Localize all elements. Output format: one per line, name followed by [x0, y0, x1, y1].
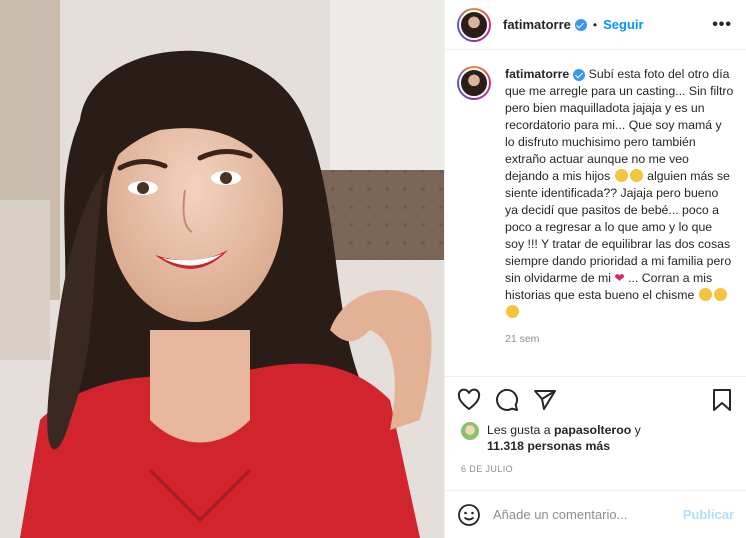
- caption-body-1: Subí esta foto del otro día que me arreg…: [505, 67, 734, 183]
- likes-summary: Les gusta a papasolteroo y 11.318 person…: [445, 422, 746, 454]
- caption-row: fatimatorre Subí esta foto del otro día …: [457, 66, 734, 321]
- smiley-icon[interactable]: [457, 503, 481, 527]
- likes-connector: y: [634, 423, 641, 437]
- caption-timestamp[interactable]: 21 sem: [505, 333, 734, 345]
- post-sidebar: fatimatorre • Seguir ••• fatimatorre Sub…: [444, 0, 746, 538]
- caption-text: fatimatorre Subí esta foto del otro día …: [505, 66, 734, 321]
- winking-face-emoji-icon: [713, 288, 727, 301]
- header-username[interactable]: fatimatorre: [503, 17, 571, 32]
- avatar[interactable]: [457, 7, 491, 42]
- liker-username[interactable]: papasolteroo: [554, 423, 631, 437]
- comment-form: Publicar: [445, 490, 746, 538]
- instagram-post: fatimatorre • Seguir ••• fatimatorre Sub…: [0, 0, 746, 538]
- verified-badge-icon: [574, 18, 587, 31]
- caption-username[interactable]: fatimatorre: [505, 67, 569, 81]
- caption-body-2: alguien más se siente identificada?? Jaj…: [505, 169, 732, 285]
- winking-face-emoji-icon: [629, 169, 643, 182]
- heart-icon[interactable]: [457, 388, 481, 412]
- more-options-icon[interactable]: •••: [712, 16, 732, 34]
- follow-button[interactable]: Seguir: [603, 17, 643, 32]
- caption-verified-badge-icon: [573, 68, 586, 81]
- weary-face-emoji-icon: [614, 169, 628, 182]
- separator-dot: •: [592, 17, 598, 32]
- likes-count[interactable]: 11.318 personas más: [487, 439, 610, 453]
- red-heart-emoji-icon: ❤: [614, 271, 625, 285]
- portrait-image: [0, 0, 444, 538]
- publish-button[interactable]: Publicar: [683, 507, 734, 522]
- post-photo[interactable]: [0, 0, 444, 538]
- avatar-image: [459, 9, 489, 40]
- bookmark-icon[interactable]: [710, 388, 734, 412]
- post-date[interactable]: 6 DE JULIO: [445, 454, 746, 490]
- winking-face-emoji-icon: [506, 305, 519, 318]
- comment-icon[interactable]: [495, 388, 519, 412]
- winking-face-emoji-icon: [698, 288, 712, 301]
- post-header: fatimatorre • Seguir •••: [445, 0, 746, 50]
- share-icon[interactable]: [533, 388, 557, 412]
- likes-prefix: Les gusta a: [487, 423, 551, 437]
- comment-input[interactable]: [493, 507, 683, 522]
- liker-avatar[interactable]: [461, 422, 479, 440]
- likes-text: Les gusta a papasolteroo y 11.318 person…: [487, 422, 641, 454]
- caption-avatar-image: [459, 68, 489, 98]
- caption-avatar[interactable]: [457, 66, 491, 100]
- action-bar: [445, 376, 746, 422]
- comments-section: fatimatorre Subí esta foto del otro día …: [445, 50, 746, 376]
